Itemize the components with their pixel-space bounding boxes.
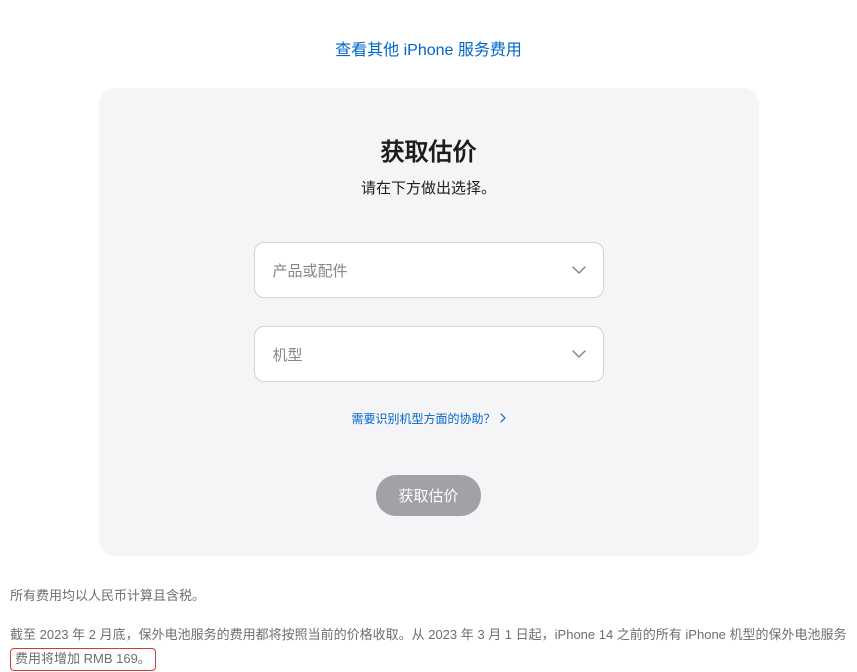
- other-services-link[interactable]: 查看其他 iPhone 服务费用: [335, 42, 522, 59]
- footer-line-1: 所有费用均以人民币计算且含税。: [10, 584, 847, 609]
- get-estimate-button[interactable]: 获取估价: [376, 475, 480, 516]
- product-select[interactable]: 产品或配件: [254, 242, 604, 298]
- card-title: 获取估价: [139, 132, 719, 167]
- model-select[interactable]: 机型: [254, 326, 604, 382]
- estimate-card: 获取估价 请在下方做出选择。 产品或配件 机型 需要识别机型方面的协助？ 获取估…: [99, 88, 759, 556]
- model-select-label: 机型: [273, 344, 303, 365]
- price-increase-highlight: 费用将增加 RMB 169。: [10, 648, 156, 671]
- footer-line-2: 截至 2023 年 2 月底，保外电池服务的费用都将按照当前的价格收取。从 20…: [10, 623, 847, 672]
- help-link-text: 需要识别机型方面的协助？: [351, 410, 495, 427]
- footer-disclaimer: 所有费用均以人民币计算且含税。 截至 2023 年 2 月底，保外电池服务的费用…: [0, 556, 857, 672]
- card-subtitle: 请在下方做出选择。: [139, 177, 719, 198]
- chevron-right-icon: [500, 412, 506, 426]
- product-select-label: 产品或配件: [273, 260, 348, 281]
- identify-model-help-link[interactable]: 需要识别机型方面的协助？: [351, 410, 505, 427]
